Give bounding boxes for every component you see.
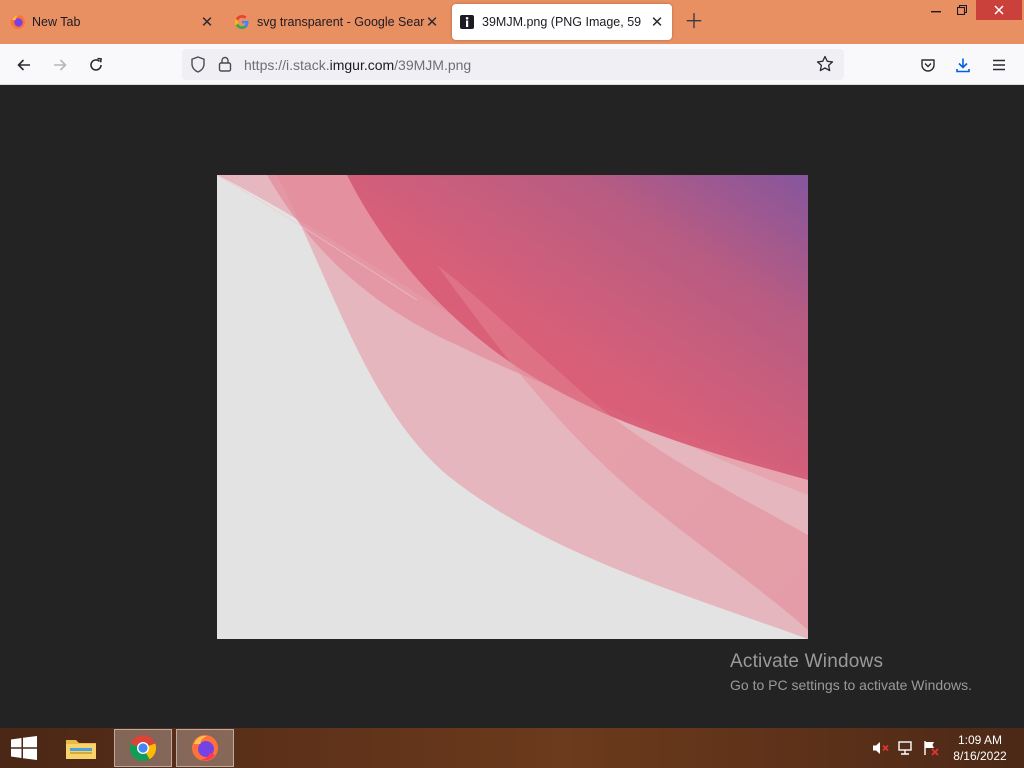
taskbar: 1:09 AM 8/16/2022 xyxy=(0,728,1024,768)
image-file-icon xyxy=(459,14,475,30)
tab-image-active[interactable]: 39MJM.png (PNG Image, 591 × 464 pixels) … xyxy=(452,4,672,40)
google-icon xyxy=(234,14,250,30)
clock-date: 8/16/2022 xyxy=(953,749,1007,763)
tab-google-search[interactable]: svg transparent - Google Search ✕ xyxy=(224,0,448,44)
watermark-title: Activate Windows xyxy=(730,651,884,672)
watermark-subtitle: Go to PC settings to activate Windows. xyxy=(730,677,972,693)
url-prefix: https://i.stack. xyxy=(244,57,330,73)
url-path: /39MJM.png xyxy=(394,57,472,73)
download-icon[interactable] xyxy=(950,52,976,78)
network-icon[interactable] xyxy=(897,740,915,756)
menu-icon[interactable] xyxy=(986,52,1012,78)
tab-strip: New Tab ✕ svg transparent - Google Searc… xyxy=(0,0,1024,44)
start-windows-icon[interactable] xyxy=(10,736,38,760)
new-tab-button[interactable]: ＋ xyxy=(684,12,704,32)
reload-icon[interactable] xyxy=(83,52,109,78)
displayed-png-image[interactable] xyxy=(216,174,808,639)
close-tab-icon[interactable]: ✕ xyxy=(424,14,440,30)
lock-icon[interactable] xyxy=(218,56,234,74)
tab-label: New Tab xyxy=(32,15,81,29)
close-icon[interactable] xyxy=(976,0,1022,20)
url-bar[interactable]: https://i.stack.imgur.com/39MJM.png xyxy=(182,49,844,80)
url-text[interactable]: https://i.stack.imgur.com/39MJM.png xyxy=(244,57,471,73)
url-host: imgur.com xyxy=(329,57,395,73)
volume-muted-icon[interactable] xyxy=(872,740,890,756)
tab-new-tab[interactable]: New Tab ✕ xyxy=(0,0,222,44)
close-tab-icon[interactable]: ✕ xyxy=(199,14,215,30)
chrome-icon[interactable] xyxy=(114,729,172,767)
minimize-icon[interactable] xyxy=(922,0,950,20)
activate-windows-watermark: Activate Windows Go to PC settings to ac… xyxy=(730,651,972,693)
system-clock[interactable]: 1:09 AM 8/16/2022 xyxy=(944,732,1016,764)
tab-label: 39MJM.png (PNG Image, 591 × 464 pixels) xyxy=(482,15,642,29)
restore-icon[interactable] xyxy=(950,0,974,20)
firefox-icon[interactable] xyxy=(176,729,234,767)
clock-time: 1:09 AM xyxy=(957,733,1003,747)
bookmark-star-icon[interactable] xyxy=(816,55,836,75)
forward-icon[interactable] xyxy=(47,52,73,78)
content-viewport xyxy=(0,85,1024,728)
firefox-icon xyxy=(10,14,26,30)
pocket-icon[interactable] xyxy=(915,52,941,78)
tab-label: svg transparent - Google Search xyxy=(257,15,425,29)
close-tab-icon[interactable]: ✕ xyxy=(649,14,665,30)
shield-icon[interactable] xyxy=(190,56,208,74)
action-center-flag-icon[interactable] xyxy=(922,740,940,756)
navigation-toolbar: https://i.stack.imgur.com/39MJM.png xyxy=(0,44,1024,85)
back-icon[interactable] xyxy=(11,52,37,78)
file-explorer-icon[interactable] xyxy=(52,729,110,767)
